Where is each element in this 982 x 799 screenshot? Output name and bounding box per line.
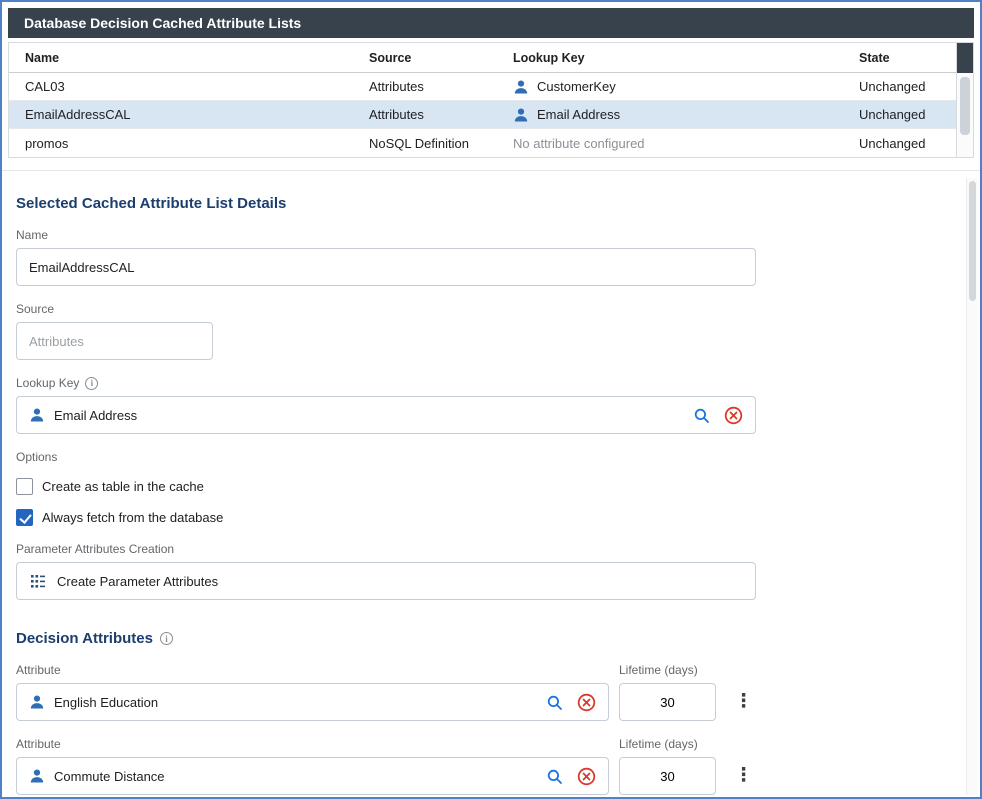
lifetime-label: Lifetime (days) — [619, 663, 716, 677]
person-icon — [513, 107, 529, 123]
column-header-lookup-key[interactable]: Lookup Key — [497, 51, 843, 65]
decision-attribute-row: Attribute English Education Lifetime (da… — [16, 647, 980, 721]
checkbox-label: Create as table in the cache — [42, 479, 204, 494]
table-row[interactable]: CAL03 Attributes CustomerKey Unchanged — [9, 73, 956, 101]
person-icon — [513, 79, 529, 95]
parameter-grid-icon — [29, 572, 47, 590]
options-label: Options — [16, 450, 980, 464]
details-panel: Selected Cached Attribute List Details N… — [2, 171, 980, 795]
row-name-cell: EmailAddressCAL — [9, 107, 353, 122]
decision-attribute-row: Attribute Commute Distance Lifetime (day… — [16, 721, 980, 795]
kebab-menu-icon[interactable]: ⋮ — [734, 690, 752, 714]
lookup-key-picker[interactable]: Email Address — [16, 396, 756, 434]
attribute-label: Attribute — [16, 663, 609, 677]
table-scrollbar[interactable] — [956, 43, 973, 157]
search-icon[interactable] — [546, 694, 563, 711]
table-row[interactable]: promos NoSQL Definition No attribute con… — [9, 129, 956, 157]
lifetime-input[interactable] — [619, 757, 716, 795]
clear-circle-icon[interactable] — [577, 693, 596, 712]
info-icon[interactable] — [85, 377, 98, 390]
lookup-key-label: Lookup Key — [16, 376, 79, 390]
source-label: Source — [16, 302, 980, 316]
column-header-name[interactable]: Name — [9, 51, 353, 65]
page-scrollbar[interactable] — [966, 178, 978, 795]
person-icon — [29, 407, 45, 423]
parameter-attributes-label: Parameter Attributes Creation — [16, 542, 980, 556]
attribute-picker[interactable]: Commute Distance — [16, 757, 609, 795]
info-icon[interactable] — [160, 632, 173, 645]
person-icon — [29, 768, 45, 784]
create-parameter-attributes-button[interactable]: Create Parameter Attributes — [16, 562, 756, 600]
row-source-cell: NoSQL Definition — [353, 136, 497, 151]
lookup-key-value: Email Address — [54, 408, 684, 423]
lifetime-label: Lifetime (days) — [619, 737, 716, 751]
row-lookup-cell: Email Address — [497, 107, 843, 123]
table-scrollbar-header-cap — [957, 43, 973, 73]
decision-attributes-heading: Decision Attributes — [16, 630, 153, 647]
attribute-label: Attribute — [16, 737, 609, 751]
create-parameter-attributes-label: Create Parameter Attributes — [57, 574, 218, 589]
attribute-picker[interactable]: English Education — [16, 683, 609, 721]
row-state-cell: Unchanged — [843, 79, 956, 94]
row-source-cell: Attributes — [353, 79, 497, 94]
panel-title-bar: Database Decision Cached Attribute Lists — [8, 8, 974, 38]
row-state-cell: Unchanged — [843, 136, 956, 151]
checkbox[interactable] — [16, 478, 33, 495]
table-row[interactable]: EmailAddressCAL Attributes Email Address… — [9, 101, 956, 129]
table-scrollbar-thumb[interactable] — [960, 77, 970, 135]
details-heading: Selected Cached Attribute List Details — [16, 195, 980, 212]
checkbox-row-create-table[interactable]: Create as table in the cache — [16, 478, 980, 495]
search-icon[interactable] — [546, 768, 563, 785]
cached-attribute-lists-table: Name Source Lookup Key State CAL03 Attri… — [8, 42, 974, 158]
row-name-cell: promos — [9, 136, 353, 151]
clear-circle-icon[interactable] — [724, 406, 743, 425]
attribute-value: English Education — [54, 695, 537, 710]
name-label: Name — [16, 228, 980, 242]
table-header-row: Name Source Lookup Key State — [9, 43, 956, 73]
panel-title: Database Decision Cached Attribute Lists — [24, 15, 301, 31]
row-state-cell: Unchanged — [843, 107, 956, 122]
row-lookup-value: Email Address — [537, 107, 620, 122]
name-input[interactable] — [16, 248, 756, 286]
checkbox-label: Always fetch from the database — [42, 510, 223, 525]
row-lookup-cell: No attribute configured — [497, 136, 843, 151]
clear-circle-icon[interactable] — [577, 767, 596, 786]
source-input[interactable] — [16, 322, 213, 360]
person-icon — [29, 694, 45, 710]
row-lookup-value: CustomerKey — [537, 79, 616, 94]
row-lookup-cell: CustomerKey — [497, 79, 843, 95]
table-grid: Name Source Lookup Key State CAL03 Attri… — [9, 43, 956, 157]
lifetime-input[interactable] — [619, 683, 716, 721]
app-window: Database Decision Cached Attribute Lists… — [0, 0, 982, 799]
checkbox-row-always-fetch[interactable]: Always fetch from the database — [16, 509, 980, 526]
page-scrollbar-thumb[interactable] — [969, 181, 976, 301]
row-source-cell: Attributes — [353, 107, 497, 122]
search-icon[interactable] — [693, 407, 710, 424]
attribute-value: Commute Distance — [54, 769, 537, 784]
checkbox[interactable] — [16, 509, 33, 526]
row-name-cell: CAL03 — [9, 79, 353, 94]
column-header-state[interactable]: State — [843, 51, 956, 65]
column-header-source[interactable]: Source — [353, 51, 497, 65]
kebab-menu-icon[interactable]: ⋮ — [734, 764, 752, 788]
